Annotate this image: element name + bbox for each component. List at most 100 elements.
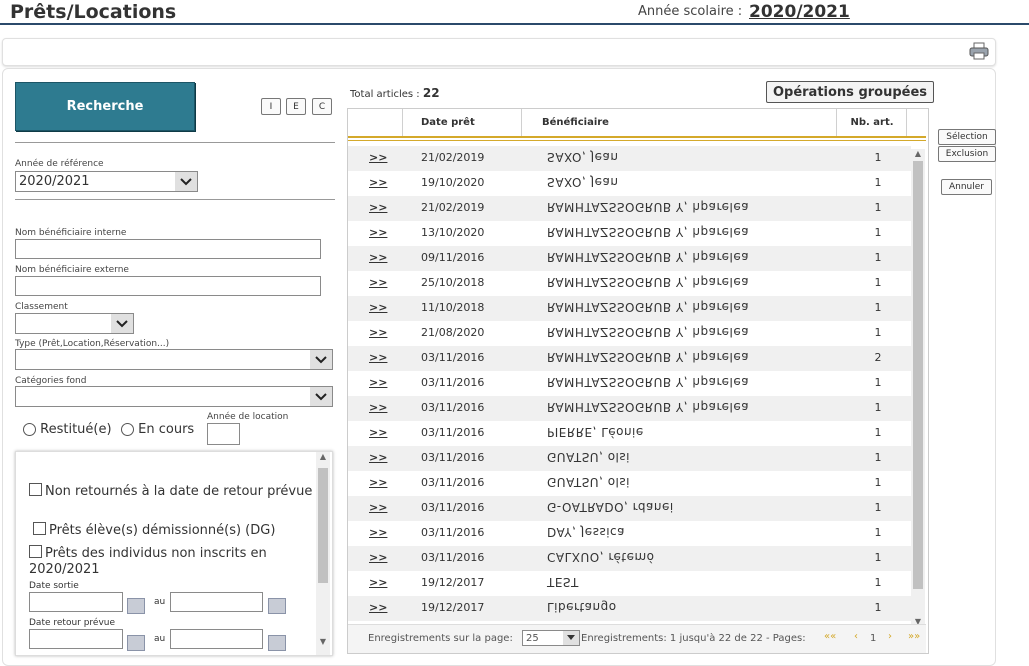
table-row[interactable]: >> 19/12/2017 Libertango 1 bbox=[348, 596, 911, 621]
scroll-thumb[interactable] bbox=[318, 468, 328, 583]
row-open-link[interactable]: >> bbox=[369, 376, 387, 389]
scroll-down-icon[interactable]: ▼ bbox=[316, 637, 330, 651]
exclusion-button[interactable]: Exclusion bbox=[938, 146, 996, 162]
table-row[interactable]: >> 03/11/2016 DAY, Jessica 1 bbox=[348, 521, 911, 546]
check-not-enrolled[interactable]: Prêts des individus non inscrits en 2020… bbox=[29, 545, 314, 578]
ref-year-select[interactable]: 2020/2021 bbox=[15, 171, 198, 192]
table-row[interactable]: >> 13/10/2020 RAMHTAZSSOGRUB Y, hparelea 1 bbox=[348, 221, 911, 246]
row-date: 03/11/2016 bbox=[421, 426, 485, 439]
row-beneficiary: Libertango bbox=[547, 600, 617, 614]
internal-name-input[interactable] bbox=[15, 239, 321, 259]
row-open-link[interactable]: >> bbox=[369, 526, 387, 539]
row-beneficiary: G-OATRADO, rdanei bbox=[547, 500, 674, 514]
date-return-to-input[interactable] bbox=[170, 629, 263, 649]
row-open-link[interactable]: >> bbox=[369, 501, 387, 514]
group-operations-button[interactable]: Opérations groupées bbox=[766, 81, 934, 103]
school-year-value[interactable]: 2020/2021 bbox=[749, 2, 850, 22]
row-beneficiary: TEST bbox=[547, 575, 579, 589]
per-page-select[interactable]: 25 bbox=[522, 630, 580, 646]
row-open-link[interactable]: >> bbox=[369, 226, 387, 239]
rental-year-input[interactable] bbox=[207, 423, 240, 445]
table-row[interactable]: >> 21/02/2019 RAMHTAZSSOGRUB Y, hparelea 1 bbox=[348, 196, 911, 221]
classement-select[interactable] bbox=[15, 313, 134, 334]
last-page-button[interactable]: »» bbox=[908, 631, 920, 642]
filters-scrollbar[interactable]: ▲ ▼ bbox=[316, 452, 330, 655]
row-open-link[interactable]: >> bbox=[369, 601, 387, 614]
calendar-icon[interactable] bbox=[127, 598, 145, 614]
row-open-link[interactable]: >> bbox=[369, 201, 387, 214]
table-row[interactable]: >> 19/12/2017 TEST 1 bbox=[348, 571, 911, 596]
row-count: 1 bbox=[874, 176, 882, 189]
first-page-button[interactable]: «« bbox=[824, 631, 836, 642]
categories-select[interactable] bbox=[15, 386, 333, 407]
scroll-up-icon[interactable]: ▲ bbox=[316, 452, 330, 466]
row-open-link[interactable]: >> bbox=[369, 326, 387, 339]
calendar-icon[interactable] bbox=[127, 635, 145, 651]
external-name-label: Nom bénéficiaire externe bbox=[15, 265, 129, 275]
column-header-count[interactable]: Nb. art. bbox=[838, 109, 907, 136]
row-beneficiary: DAY, Jessica bbox=[547, 525, 625, 539]
toggle-i-button[interactable]: I bbox=[261, 98, 281, 115]
row-open-link[interactable]: >> bbox=[369, 301, 387, 314]
calendar-icon[interactable] bbox=[268, 635, 286, 651]
scroll-thumb[interactable] bbox=[913, 161, 923, 589]
date-out-from-input[interactable] bbox=[29, 592, 123, 612]
chevron-down-icon bbox=[563, 631, 579, 645]
table-row[interactable]: >> 03/11/2016 G-OATRADO, rdanei 1 bbox=[348, 496, 911, 521]
calendar-icon[interactable] bbox=[268, 598, 286, 614]
next-page-button[interactable]: › bbox=[888, 631, 892, 642]
check-resigned[interactable]: Prêts élève(s) démissionné(s) (DG) bbox=[33, 522, 275, 538]
table-row[interactable]: >> 09/11/2016 RAMHTAZSSOGRUB Y, hparelea 1 bbox=[348, 246, 911, 271]
table-row[interactable]: >> 21/08/2020 RAMHTAZSSOGRUB Y, hparelea 1 bbox=[348, 321, 911, 346]
cancel-button[interactable]: Annuler bbox=[941, 179, 992, 195]
table-row[interactable]: >> 03/11/2016 RAMHTAZSSOGRUB Y, hparelea 1 bbox=[348, 371, 911, 396]
column-header-beneficiary[interactable]: Bénéficiaire bbox=[523, 109, 837, 136]
table-scrollbar[interactable]: ▲ ▼ bbox=[911, 149, 925, 631]
toggle-e-button[interactable]: E bbox=[286, 98, 306, 115]
row-open-link[interactable]: >> bbox=[369, 401, 387, 414]
date-out-to-input[interactable] bbox=[170, 592, 263, 612]
table-row[interactable]: >> 03/11/2016 CALXUO, rétemó 1 bbox=[348, 546, 911, 571]
column-header-date[interactable]: Date prêt bbox=[403, 109, 522, 136]
printer-icon[interactable] bbox=[969, 42, 989, 60]
row-open-link[interactable]: >> bbox=[369, 426, 387, 439]
table-row[interactable]: >> 11/10/2018 RAMHTAZSSOGRUB Y, hparelea 1 bbox=[348, 296, 911, 321]
row-open-link[interactable]: >> bbox=[369, 451, 387, 464]
row-open-link[interactable]: >> bbox=[369, 576, 387, 589]
row-open-link[interactable]: >> bbox=[369, 476, 387, 489]
check-not-returned[interactable]: Non retournés à la date de retour prévue bbox=[29, 483, 314, 500]
row-date: 03/11/2016 bbox=[421, 451, 485, 464]
prev-page-button[interactable]: ‹ bbox=[854, 631, 858, 642]
chevron-down-icon bbox=[175, 172, 197, 191]
row-open-link[interactable]: >> bbox=[369, 351, 387, 364]
scroll-up-icon[interactable]: ▲ bbox=[911, 149, 925, 161]
row-open-link[interactable]: >> bbox=[369, 151, 387, 164]
table-row[interactable]: >> 03/11/2016 GUATSU, olsi 1 bbox=[348, 471, 911, 496]
search-button[interactable]: Recherche bbox=[15, 82, 195, 131]
table-row[interactable]: >> 03/11/2016 RAMHTAZSSOGRUB Y, hparelea 1 bbox=[348, 396, 911, 421]
row-open-link[interactable]: >> bbox=[369, 276, 387, 289]
radio-ongoing[interactable]: En cours bbox=[121, 422, 194, 437]
table-row[interactable]: >> 03/11/2016 GUATSU, olsi 1 bbox=[348, 446, 911, 471]
row-open-link[interactable]: >> bbox=[369, 176, 387, 189]
radio-returned[interactable]: Restitué(e) bbox=[23, 422, 112, 437]
radio-icon bbox=[23, 423, 36, 436]
type-select[interactable] bbox=[15, 349, 333, 370]
row-open-link[interactable]: >> bbox=[369, 251, 387, 264]
table-row[interactable]: >> 03/11/2016 PIERRE, Léonie 1 bbox=[348, 421, 911, 446]
date-return-from-input[interactable] bbox=[29, 629, 123, 649]
check-resigned-label: Prêts élève(s) démissionné(s) (DG) bbox=[49, 523, 276, 538]
table-row[interactable]: >> 03/11/2016 RAMHTAZSSOGRUB Y, hparelea 2 bbox=[348, 346, 911, 371]
row-beneficiary: PIERRE, Léonie bbox=[547, 425, 644, 439]
table-row[interactable]: >> 19/10/2020 SAXO, Jean 1 bbox=[348, 171, 911, 196]
selection-button[interactable]: Sélection bbox=[938, 129, 996, 145]
row-count: 1 bbox=[874, 426, 882, 439]
row-count: 1 bbox=[874, 476, 882, 489]
table-row[interactable]: >> 21/02/2019 SAXO, Jean 1 bbox=[348, 146, 911, 171]
external-name-input[interactable] bbox=[15, 276, 321, 296]
row-open-link[interactable]: >> bbox=[369, 551, 387, 564]
toggle-c-button[interactable]: C bbox=[312, 98, 332, 115]
chevron-down-icon bbox=[310, 350, 332, 369]
table-row[interactable]: >> 25/10/2018 RAMHTAZSSOGRUB Y, hparelea 1 bbox=[348, 271, 911, 296]
classement-label: Classement bbox=[15, 302, 68, 312]
